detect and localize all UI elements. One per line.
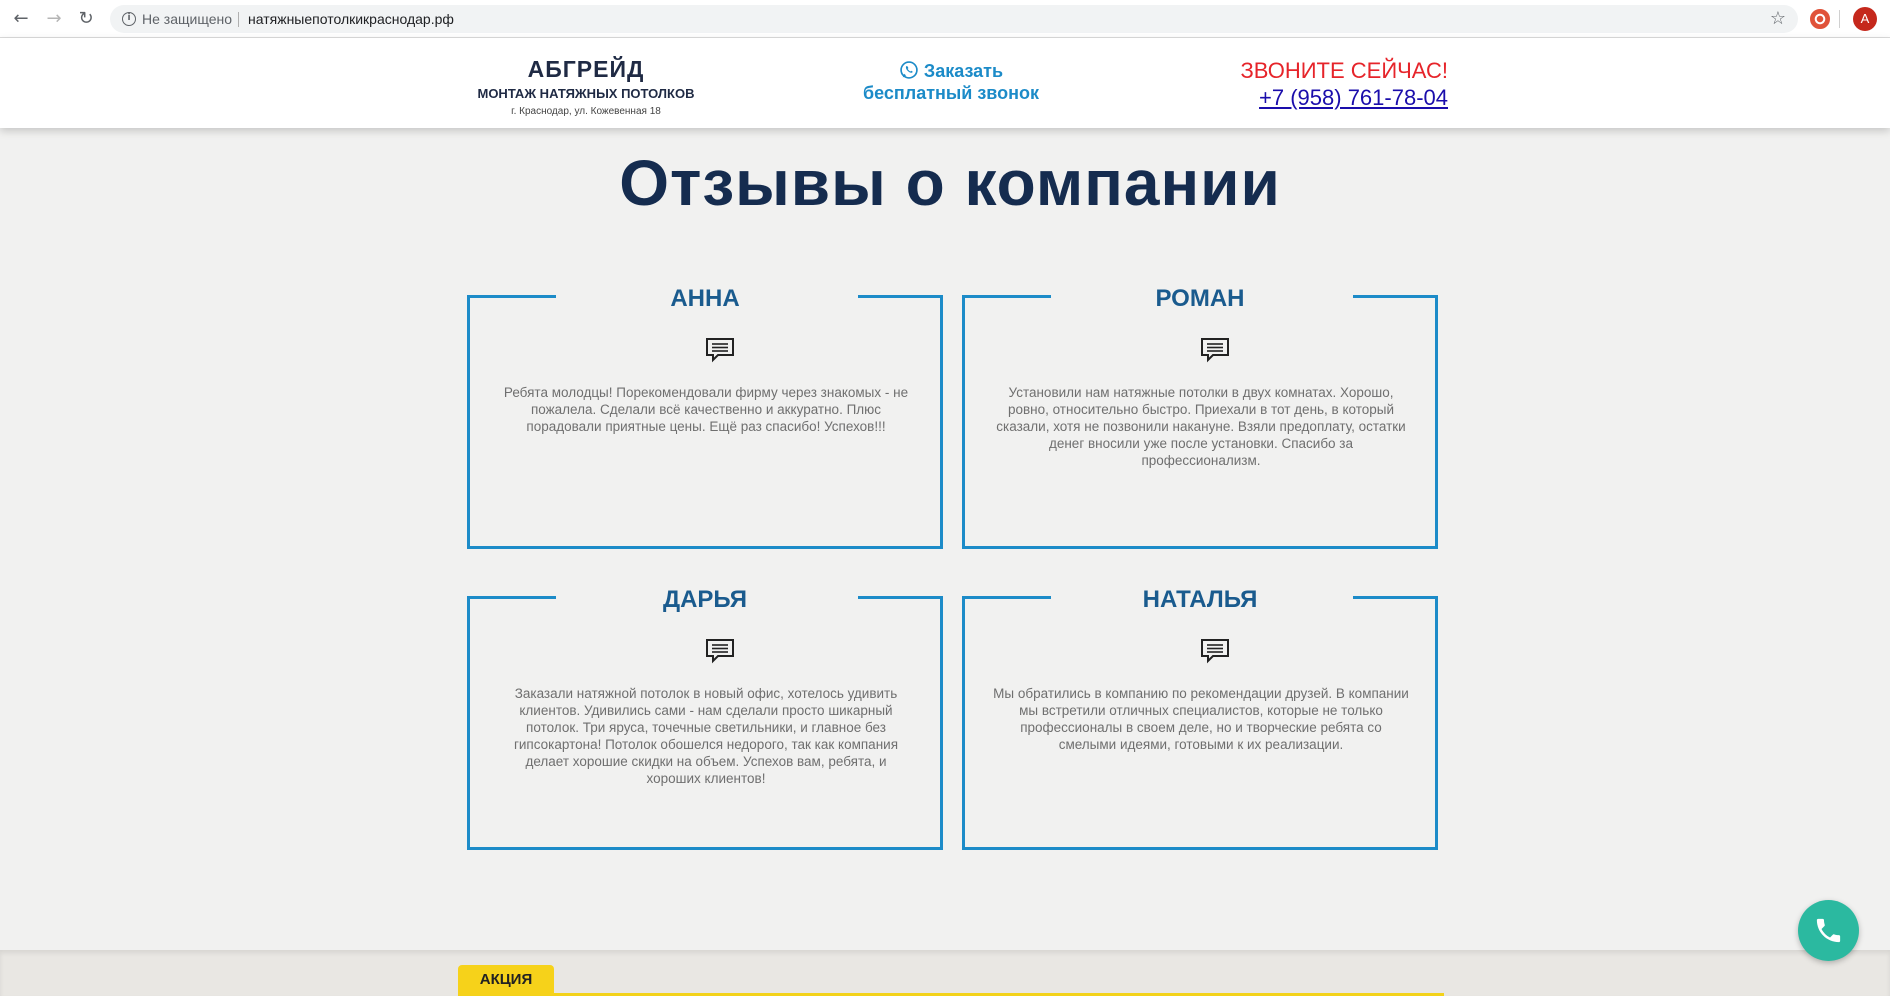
reviewer-name: АННА [670, 285, 740, 312]
reviewer-name: ДАРЬЯ [662, 586, 748, 613]
callback-link[interactable]: Заказать бесплатный звонок [858, 60, 1044, 104]
site-header: АБГРЕЙД МОНТАЖ НАТЯЖНЫХ ПОТОЛКОВ г. Крас… [0, 38, 1890, 128]
forward-arrow-icon[interactable]: → [42, 7, 66, 31]
extension-icon[interactable] [1810, 9, 1830, 29]
comment-icon [1201, 639, 1229, 664]
avatar[interactable]: A [1853, 7, 1877, 31]
info-icon[interactable]: i [122, 12, 136, 26]
logo[interactable]: АБГРЕЙД МОНТАЖ НАТЯЖНЫХ ПОТОЛКОВ г. Крас… [470, 56, 702, 117]
logo-address: г. Краснодар, ул. Кожевенная 18 [511, 106, 661, 117]
toolbar-divider [1839, 10, 1840, 28]
promo-tab[interactable]: АКЦИЯ [458, 965, 554, 995]
review-card: НАТАЛЬЯ Мы обратились в компанию по реко… [962, 586, 1438, 850]
comment-icon [706, 639, 734, 664]
call-now-label: ЗВОНИТЕ СЕЙЧАС! [1240, 58, 1449, 83]
review-card: АННА Ребята молодцы! Порекомендовали фир… [467, 285, 943, 549]
call-button[interactable] [1798, 900, 1859, 961]
review-card: РОМАН Установили нам натяжные потолки в … [962, 285, 1438, 549]
callback-text-1: Заказать [923, 61, 1004, 81]
address-bar[interactable]: i Не защищено натяжныепотолкикраснодар.р… [110, 5, 1798, 33]
callback-line-2: бесплатный звонок [863, 83, 1039, 103]
back-arrow-icon[interactable]: ← [9, 7, 33, 31]
reload-icon[interactable]: ↻ [74, 7, 98, 31]
review-text: Ребята молодцы! Порекомендовали фирму че… [503, 385, 909, 434]
star-icon[interactable]: ☆ [1770, 8, 1786, 29]
phone-block: ЗВОНИТЕ СЕЙЧАС! +7 (958) 761-78-04 [1190, 58, 1449, 112]
review-card: ДАРЬЯ Заказали натяжной потолок в новый … [467, 586, 943, 850]
promo-section: АКЦИЯ [0, 950, 1890, 996]
security-label: Не защищено [142, 11, 232, 27]
reviewer-name: НАТАЛЬЯ [1142, 586, 1258, 613]
whatsapp-icon [900, 61, 918, 79]
logo-title: АБГРЕЙД [527, 56, 645, 82]
callback-line-1: Заказать [858, 60, 1044, 82]
url-divider [238, 12, 239, 27]
comment-icon [1201, 338, 1229, 363]
phone-link[interactable]: +7 (958) 761-78-04 [1190, 84, 1448, 112]
url-text[interactable]: натяжныепотолкикраснодар.рф [248, 11, 454, 27]
comment-icon [706, 338, 734, 363]
review-text: Заказали натяжной потолок в новый офис, … [513, 686, 899, 786]
review-text: Мы обратились в компанию по рекомендации… [993, 686, 1409, 752]
phone-icon [1816, 918, 1841, 943]
logo-subtitle: МОНТАЖ НАТЯЖНЫХ ПОТОЛКОВ [477, 86, 695, 101]
reviewer-name: РОМАН [1155, 285, 1245, 312]
page-title: Отзывы о компании [619, 147, 1281, 219]
browser-toolbar: ← → ↻ i Не защищено натяжныепотолкикрасн… [0, 0, 1890, 38]
review-text: Установили нам натяжные потолки в двух к… [996, 385, 1406, 468]
